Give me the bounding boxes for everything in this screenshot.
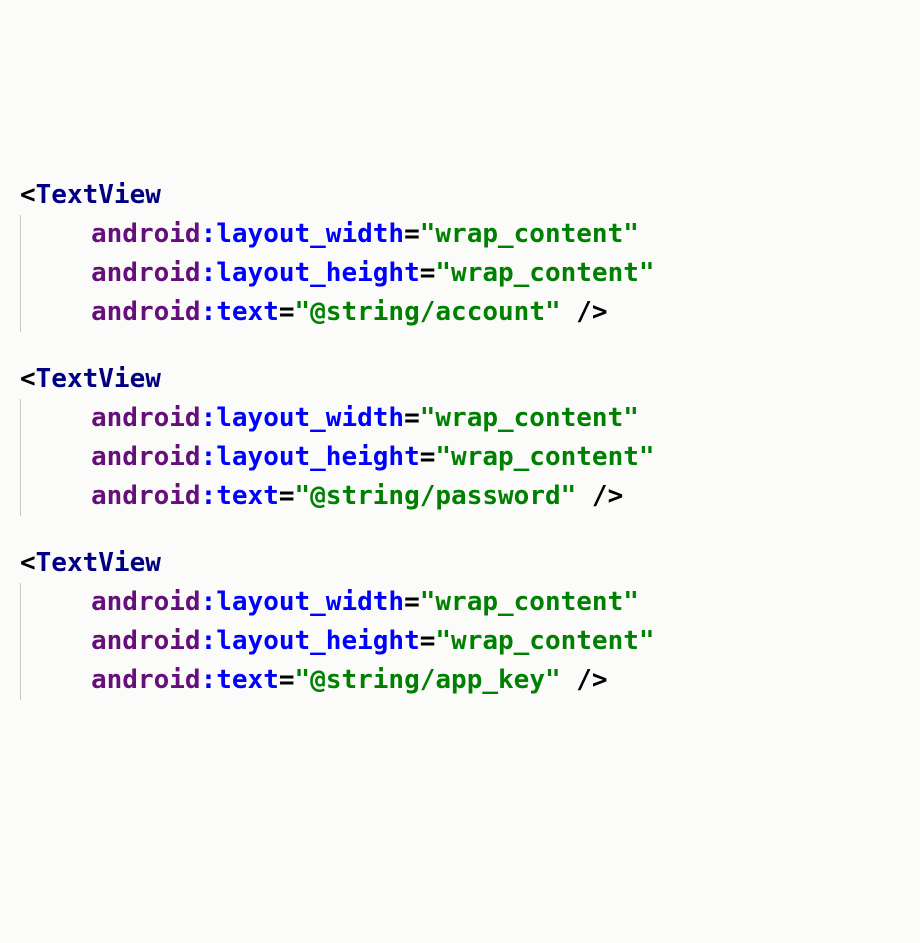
indent-guide bbox=[20, 254, 91, 293]
indent-guide bbox=[20, 622, 91, 661]
xml-attribute-value: "wrap_content" bbox=[420, 219, 639, 249]
indent-guide bbox=[20, 293, 91, 332]
code-line: android:layout_width="wrap_content" bbox=[20, 215, 900, 254]
xml-attribute-name: layout_width bbox=[216, 219, 404, 249]
xml-element-block: <TextView android:layout_width="wrap_con… bbox=[20, 544, 900, 700]
code-line: android:layout_height="wrap_content" bbox=[20, 438, 900, 477]
xml-namespace: android bbox=[91, 626, 201, 656]
xml-attribute-name: layout_width bbox=[216, 587, 404, 617]
equals-sign: = bbox=[279, 665, 295, 695]
code-snippet: <TextView android:layout_width="wrap_con… bbox=[20, 176, 900, 700]
xml-attribute-value: "wrap_content" bbox=[420, 403, 639, 433]
colon: : bbox=[201, 219, 217, 249]
xml-attribute-name: layout_width bbox=[216, 403, 404, 433]
colon: : bbox=[201, 587, 217, 617]
code-line: <TextView bbox=[20, 544, 900, 583]
xml-attribute-name: text bbox=[216, 297, 279, 327]
xml-attribute-name: layout_height bbox=[216, 626, 420, 656]
equals-sign: = bbox=[420, 442, 436, 472]
angle-bracket-open: < bbox=[20, 180, 36, 210]
indent-guide bbox=[20, 438, 91, 477]
code-line: android:layout_width="wrap_content" bbox=[20, 399, 900, 438]
code-line: android:text="@string/app_key" /> bbox=[20, 661, 900, 700]
xml-attribute-name: layout_height bbox=[216, 258, 420, 288]
code-line: android:text="@string/password" /> bbox=[20, 477, 900, 516]
equals-sign: = bbox=[279, 297, 295, 327]
xml-element-block: <TextView android:layout_width="wrap_con… bbox=[20, 360, 900, 516]
code-line: <TextView bbox=[20, 176, 900, 215]
indent-guide bbox=[20, 215, 91, 254]
xml-namespace: android bbox=[91, 481, 201, 511]
angle-bracket-open: < bbox=[20, 364, 36, 394]
xml-tag-name: TextView bbox=[36, 548, 161, 578]
xml-namespace: android bbox=[91, 297, 201, 327]
indent-guide bbox=[20, 399, 91, 438]
xml-attribute-name: text bbox=[216, 481, 279, 511]
xml-attribute-value: "@string/account" bbox=[295, 297, 561, 327]
colon: : bbox=[201, 442, 217, 472]
xml-tag-name: TextView bbox=[36, 180, 161, 210]
xml-attribute-value: "@string/app_key" bbox=[295, 665, 561, 695]
colon: : bbox=[201, 403, 217, 433]
xml-tag-name: TextView bbox=[36, 364, 161, 394]
indent-guide bbox=[20, 583, 91, 622]
xml-namespace: android bbox=[91, 403, 201, 433]
xml-attribute-name: text bbox=[216, 665, 279, 695]
code-line: android:layout_height="wrap_content" bbox=[20, 254, 900, 293]
equals-sign: = bbox=[279, 481, 295, 511]
code-line: android:layout_width="wrap_content" bbox=[20, 583, 900, 622]
xml-namespace: android bbox=[91, 587, 201, 617]
self-close-tag: /> bbox=[576, 481, 623, 511]
xml-namespace: android bbox=[91, 219, 201, 249]
colon: : bbox=[201, 297, 217, 327]
self-close-tag: /> bbox=[561, 297, 608, 327]
xml-attribute-value: "wrap_content" bbox=[435, 258, 654, 288]
xml-attribute-value: "wrap_content" bbox=[435, 442, 654, 472]
equals-sign: = bbox=[404, 219, 420, 249]
code-line: <TextView bbox=[20, 360, 900, 399]
xml-attribute-value: "@string/password" bbox=[295, 481, 577, 511]
colon: : bbox=[201, 481, 217, 511]
equals-sign: = bbox=[404, 403, 420, 433]
self-close-tag: /> bbox=[561, 665, 608, 695]
colon: : bbox=[201, 665, 217, 695]
xml-namespace: android bbox=[91, 442, 201, 472]
indent-guide bbox=[20, 661, 91, 700]
xml-attribute-value: "wrap_content" bbox=[420, 587, 639, 617]
xml-namespace: android bbox=[91, 665, 201, 695]
xml-attribute-name: layout_height bbox=[216, 442, 420, 472]
colon: : bbox=[201, 258, 217, 288]
indent-guide bbox=[20, 477, 91, 516]
xml-element-block: <TextView android:layout_width="wrap_con… bbox=[20, 176, 900, 332]
xml-attribute-value: "wrap_content" bbox=[435, 626, 654, 656]
colon: : bbox=[201, 626, 217, 656]
code-line: android:text="@string/account" /> bbox=[20, 293, 900, 332]
equals-sign: = bbox=[404, 587, 420, 617]
equals-sign: = bbox=[420, 258, 436, 288]
equals-sign: = bbox=[420, 626, 436, 656]
code-line: android:layout_height="wrap_content" bbox=[20, 622, 900, 661]
xml-namespace: android bbox=[91, 258, 201, 288]
angle-bracket-open: < bbox=[20, 548, 36, 578]
